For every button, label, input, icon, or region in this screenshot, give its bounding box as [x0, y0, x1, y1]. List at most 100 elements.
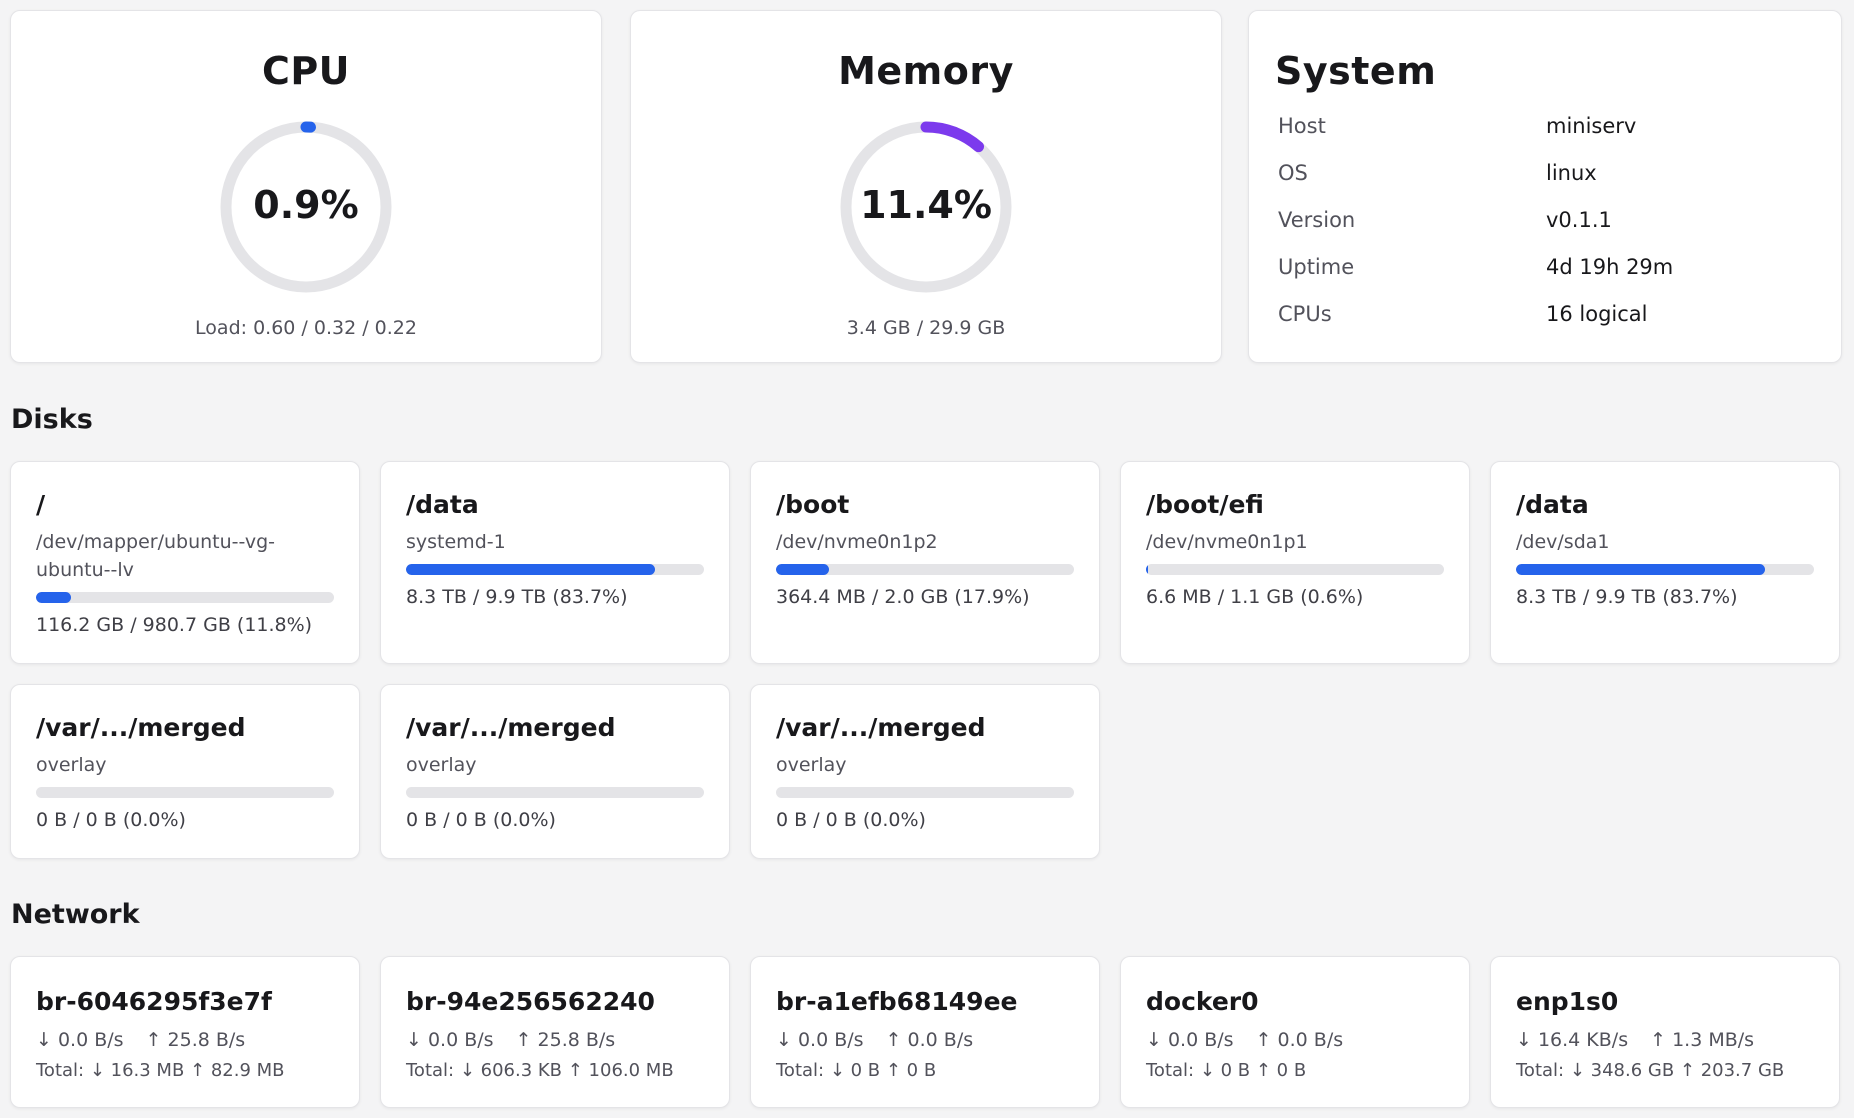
cpu-load: Load: 0.60 / 0.32 / 0.22	[195, 317, 417, 339]
disk-usage-text: 6.6 MB / 1.1 GB (0.6%)	[1146, 586, 1364, 608]
system-row-os: OS linux	[1278, 161, 1821, 191]
disk-device: overlay	[36, 754, 107, 776]
interface-total: Total: ↓ 0 B ↑ 0 B	[1146, 1060, 1307, 1081]
network-card: br-94e256562240 ↓ 0.0 B/s ↑ 25.8 B/s Tota…	[380, 956, 730, 1108]
network-card: docker0 ↓ 0.0 B/s ↑ 0.0 B/s Total: ↓ 0 B …	[1120, 956, 1470, 1108]
system-row-uptime: Uptime 4d 19h 29m	[1278, 255, 1821, 285]
disk-usage-bar	[406, 564, 704, 575]
system-label: Host	[1278, 114, 1326, 138]
cpu-gauge: 0.9%	[216, 117, 396, 297]
disk-usage-bar	[776, 564, 1074, 575]
system-value: 16 logical	[1546, 302, 1648, 326]
disk-usage-text: 8.3 TB / 9.9 TB (83.7%)	[1516, 586, 1738, 608]
disk-usage-bar	[406, 787, 704, 798]
disk-mount: /var/.../merged	[776, 713, 986, 742]
system-row-version: Version v0.1.1	[1278, 208, 1821, 238]
network-card: br-6046295f3e7f ↓ 0.0 B/s ↑ 25.8 B/s Tota…	[10, 956, 360, 1108]
interface-total: Total: ↓ 16.3 MB ↑ 82.9 MB	[36, 1060, 285, 1081]
disk-usage-bar	[36, 787, 334, 798]
disk-device: /dev/nvme0n1p2	[776, 531, 938, 553]
interface-name: enp1s0	[1516, 987, 1619, 1016]
interface-total: Total: ↓ 348.6 GB ↑ 203.7 GB	[1516, 1060, 1785, 1081]
disk-usage-text: 8.3 TB / 9.9 TB (83.7%)	[406, 586, 628, 608]
interface-rates: ↓ 0.0 B/s ↑ 25.8 B/s	[406, 1029, 615, 1051]
disk-mount: /boot	[776, 490, 850, 519]
memory-percent: 11.4%	[860, 183, 992, 227]
interface-name: br-6046295f3e7f	[36, 987, 272, 1016]
system-title: System	[1275, 49, 1437, 93]
network-card: br-a1efb68149ee ↓ 0.0 B/s ↑ 0.0 B/s Total…	[750, 956, 1100, 1108]
disk-mount: /var/.../merged	[406, 713, 616, 742]
interface-rates: ↓ 0.0 B/s ↑ 0.0 B/s	[1146, 1029, 1343, 1051]
system-value: miniserv	[1546, 114, 1637, 138]
upload-rate: ↑ 25.8 B/s	[515, 1029, 616, 1051]
disk-usage-bar	[1146, 564, 1444, 575]
upload-rate: ↑ 0.0 B/s	[1255, 1029, 1344, 1051]
system-value: linux	[1546, 161, 1597, 185]
download-rate: ↓ 16.4 KB/s	[1516, 1029, 1629, 1051]
interface-name: docker0	[1146, 987, 1259, 1016]
upload-rate: ↑ 1.3 MB/s	[1650, 1029, 1755, 1051]
disk-mount: /boot/efi	[1146, 490, 1264, 519]
disk-card: /data /dev/sda1 8.3 TB / 9.9 TB (83.7%)	[1490, 461, 1840, 664]
disk-card: / /dev/mapper/ubuntu--vg-ubuntu--lv 116.…	[10, 461, 360, 664]
disk-card: /boot /dev/nvme0n1p2 364.4 MB / 2.0 GB (…	[750, 461, 1100, 664]
disk-card: /var/.../merged overlay 0 B / 0 B (0.0%)	[380, 684, 730, 859]
disk-mount: /var/.../merged	[36, 713, 246, 742]
disk-usage-bar	[36, 592, 334, 603]
disk-usage-bar	[776, 787, 1074, 798]
interface-rates: ↓ 0.0 B/s ↑ 0.0 B/s	[776, 1029, 973, 1051]
upload-rate: ↑ 25.8 B/s	[145, 1029, 246, 1051]
disk-usage-bar-fill	[776, 564, 830, 575]
disk-usage-bar-fill	[1146, 564, 1148, 575]
memory-title: Memory	[838, 49, 1014, 93]
download-rate: ↓ 0.0 B/s	[36, 1029, 124, 1051]
upload-rate: ↑ 0.0 B/s	[885, 1029, 974, 1051]
disk-usage-text: 364.4 MB / 2.0 GB (17.9%)	[776, 586, 1030, 608]
disk-usage-bar-fill	[406, 564, 656, 575]
system-value: 4d 19h 29m	[1546, 255, 1674, 279]
system-row-cpus: CPUs 16 logical	[1278, 302, 1821, 332]
disk-mount: /	[36, 490, 46, 519]
system-value: v0.1.1	[1546, 208, 1612, 232]
cpu-percent: 0.9%	[253, 183, 359, 227]
disk-usage-bar-fill	[1516, 564, 1766, 575]
disk-device: systemd-1	[406, 531, 506, 553]
interface-name: br-94e256562240	[406, 987, 655, 1016]
interface-rates: ↓ 0.0 B/s ↑ 25.8 B/s	[36, 1029, 245, 1051]
disk-device: overlay	[776, 754, 847, 776]
disk-usage-text: 0 B / 0 B (0.0%)	[776, 809, 926, 831]
disk-card: /data systemd-1 8.3 TB / 9.9 TB (83.7%)	[380, 461, 730, 664]
cpu-card: CPU 0.9% Load: 0.60 / 0.32 / 0.22	[10, 10, 602, 363]
memory-gauge: 11.4%	[836, 117, 1016, 297]
network-section-title: Network	[11, 899, 140, 930]
memory-usage: 3.4 GB / 29.9 GB	[846, 317, 1006, 339]
disk-usage-text: 0 B / 0 B (0.0%)	[36, 809, 186, 831]
network-card: enp1s0 ↓ 16.4 KB/s ↑ 1.3 MB/s Total: ↓ 34…	[1490, 956, 1840, 1108]
disk-device: /dev/mapper/ubuntu--vg-ubuntu--lv	[36, 531, 276, 581]
disk-card: /boot/efi /dev/nvme0n1p1 6.6 MB / 1.1 GB…	[1120, 461, 1470, 664]
interface-total: Total: ↓ 0 B ↑ 0 B	[776, 1060, 937, 1081]
disks-section-title: Disks	[11, 404, 93, 435]
disk-mount: /data	[1516, 490, 1589, 519]
disk-usage-text: 116.2 GB / 980.7 GB (11.8%)	[36, 614, 313, 636]
disk-card: /var/.../merged overlay 0 B / 0 B (0.0%)	[750, 684, 1100, 859]
dashboard: CPU 0.9% Load: 0.60 / 0.32 / 0.22 Memory…	[0, 0, 1854, 1118]
system-label: Uptime	[1278, 255, 1355, 279]
system-label: CPUs	[1278, 302, 1332, 326]
disk-device: /dev/sda1	[1516, 531, 1610, 553]
disk-usage-bar	[1516, 564, 1814, 575]
disk-usage-bar-fill	[36, 592, 72, 603]
memory-card: Memory 11.4% 3.4 GB / 29.9 GB	[630, 10, 1222, 363]
disk-device: /dev/nvme0n1p1	[1146, 531, 1308, 553]
interface-rates: ↓ 16.4 KB/s ↑ 1.3 MB/s	[1516, 1029, 1754, 1051]
download-rate: ↓ 0.0 B/s	[1146, 1029, 1234, 1051]
system-label: OS	[1278, 161, 1308, 185]
interface-total: Total: ↓ 606.3 KB ↑ 106.0 MB	[406, 1060, 674, 1081]
disk-card: /var/.../merged overlay 0 B / 0 B (0.0%)	[10, 684, 360, 859]
interface-name: br-a1efb68149ee	[776, 987, 1018, 1016]
disk-usage-text: 0 B / 0 B (0.0%)	[406, 809, 556, 831]
cpu-title: CPU	[261, 49, 351, 93]
download-rate: ↓ 0.0 B/s	[406, 1029, 494, 1051]
disk-device: overlay	[406, 754, 477, 776]
